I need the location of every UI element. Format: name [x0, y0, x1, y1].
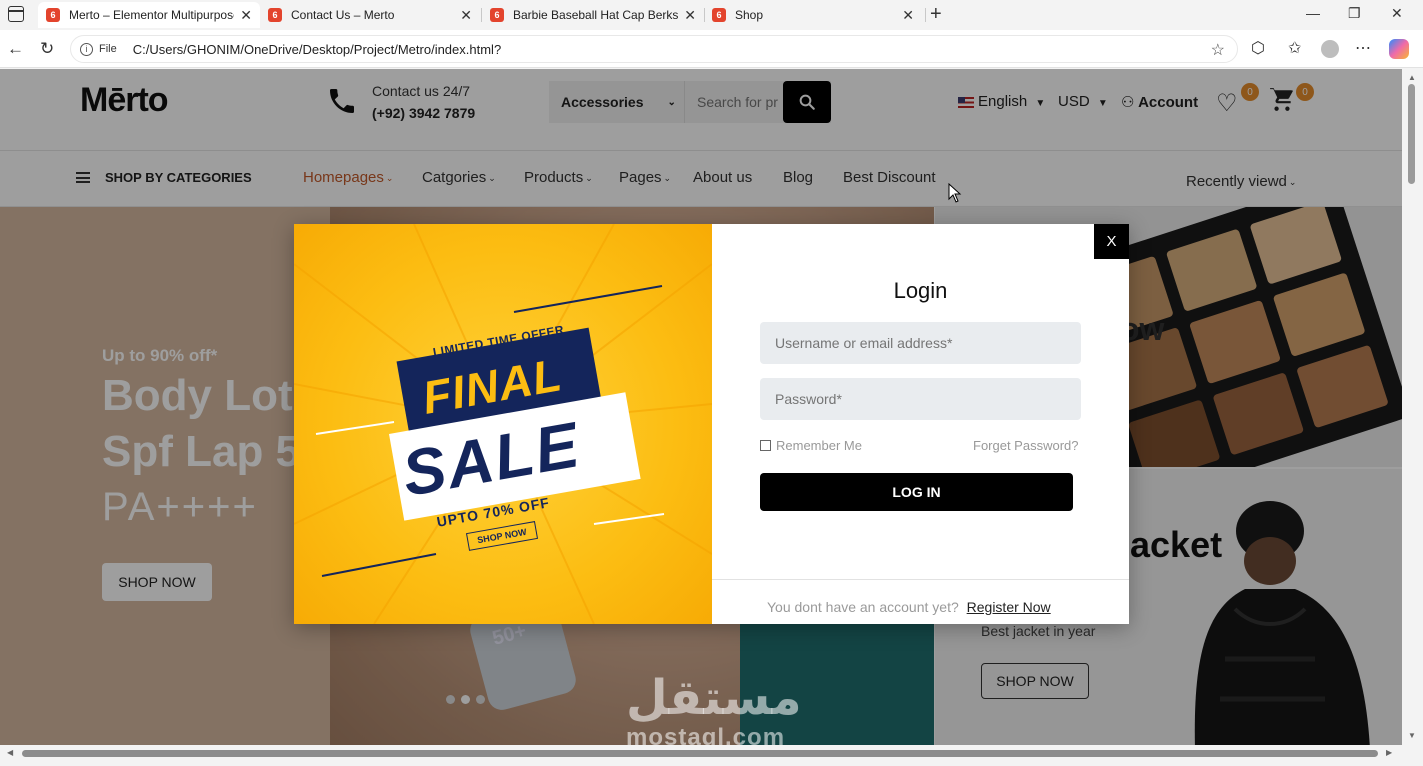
scrollbar-thumb[interactable]	[22, 750, 1378, 757]
modal-divider	[712, 579, 1129, 580]
close-icon[interactable]: ✕	[460, 7, 472, 24]
tab-title: Merto – Elementor Multipurpose	[69, 8, 235, 22]
tab-title: Shop	[735, 8, 764, 22]
tab-separator	[925, 8, 926, 22]
close-icon[interactable]: ✕	[240, 7, 252, 24]
more-icon[interactable]: ⋯	[1355, 38, 1371, 58]
favorites-icon[interactable]: ✩	[1288, 38, 1301, 58]
browser-tab-bar: 6 Merto – Elementor Multipurpose ✕ 6 Con…	[0, 0, 1423, 30]
mostaql-watermark: مستقل mostaql.com	[626, 674, 802, 745]
extensions-icon[interactable]: ⬡	[1251, 38, 1265, 58]
info-icon[interactable]: i	[80, 42, 93, 56]
window-close-icon[interactable]: ✕	[1391, 5, 1403, 22]
tab-actions-icon[interactable]	[8, 6, 24, 22]
copilot-icon[interactable]	[1389, 39, 1409, 59]
favicon-icon: 6	[46, 8, 60, 22]
minimize-icon[interactable]: —	[1306, 5, 1320, 21]
scroll-left-icon[interactable]: ◀	[7, 748, 13, 757]
tab-title: Barbie Baseball Hat Cap Berkshire	[513, 8, 679, 22]
scroll-right-icon[interactable]: ▶	[1386, 748, 1392, 757]
register-prompt-text: You dont have an account yet?	[767, 599, 959, 615]
watermark-arabic: مستقل	[626, 670, 802, 726]
checkbox-icon[interactable]	[760, 440, 771, 451]
url-scheme-label: File	[99, 43, 117, 55]
reload-icon[interactable]: ↻	[40, 39, 54, 59]
favicon-icon: 6	[712, 8, 726, 22]
register-now-link[interactable]: Register Now	[967, 599, 1051, 615]
profile-avatar[interactable]	[1321, 40, 1339, 58]
tab-contact-us[interactable]: 6 Contact Us – Merto ✕	[260, 2, 480, 28]
browser-toolbar: ← ↻ i File C:/Users/GHONIM/OneDrive/Desk…	[0, 30, 1423, 68]
new-tab-icon[interactable]: +	[930, 4, 942, 24]
page-viewport: Mērto Contact us 24/7 (+92) 3942 7879 Ac…	[0, 69, 1402, 745]
tab-shop[interactable]: 6 Shop ✕	[704, 2, 922, 28]
watermark-latin: mostaql.com	[626, 724, 786, 745]
remember-me-checkbox[interactable]: Remember Me	[760, 438, 862, 453]
scroll-up-icon[interactable]: ▲	[1408, 73, 1416, 82]
favorite-star-icon[interactable]: ☆	[1211, 40, 1225, 60]
username-field[interactable]	[760, 322, 1081, 364]
tab-title: Contact Us – Merto	[291, 8, 395, 22]
tab-merto-home[interactable]: 6 Merto – Elementor Multipurpose ✕	[38, 2, 260, 28]
close-icon[interactable]: ✕	[684, 7, 696, 24]
address-bar[interactable]: i File C:/Users/GHONIM/OneDrive/Desktop/…	[70, 35, 1238, 63]
login-title: Login	[893, 278, 948, 303]
scrollbar-thumb[interactable]	[1408, 84, 1415, 184]
login-modal: LIMITED TIME OFFER FINAL SALE UPTO 70% O…	[294, 224, 1129, 624]
password-field[interactable]	[760, 378, 1081, 420]
url-text[interactable]: C:/Users/GHONIM/OneDrive/Desktop/Project…	[133, 42, 501, 57]
horizontal-scrollbar[interactable]: ◀ ▶	[0, 745, 1423, 766]
back-icon[interactable]: ←	[7, 39, 24, 59]
remember-me-label: Remember Me	[776, 438, 862, 453]
maximize-icon[interactable]: ❐	[1348, 5, 1361, 22]
tab-barbie-hat[interactable]: 6 Barbie Baseball Hat Cap Berkshire ✕	[482, 2, 704, 28]
final-sale-banner: LIMITED TIME OFFER FINAL SALE UPTO 70% O…	[294, 224, 712, 624]
favicon-icon: 6	[268, 8, 282, 22]
register-prompt: You dont have an account yet? Register N…	[767, 599, 1051, 615]
favicon-icon: 6	[490, 8, 504, 22]
mouse-cursor-icon	[948, 183, 962, 203]
log-in-button[interactable]: LOG IN	[760, 473, 1073, 511]
scroll-down-icon[interactable]: ▼	[1408, 731, 1416, 740]
vertical-scrollbar[interactable]: ▲ ▼	[1402, 69, 1423, 745]
forget-password-link[interactable]: Forget Password?	[973, 438, 1079, 453]
close-icon[interactable]: ✕	[902, 7, 914, 24]
modal-close-button[interactable]: X	[1094, 224, 1129, 259]
